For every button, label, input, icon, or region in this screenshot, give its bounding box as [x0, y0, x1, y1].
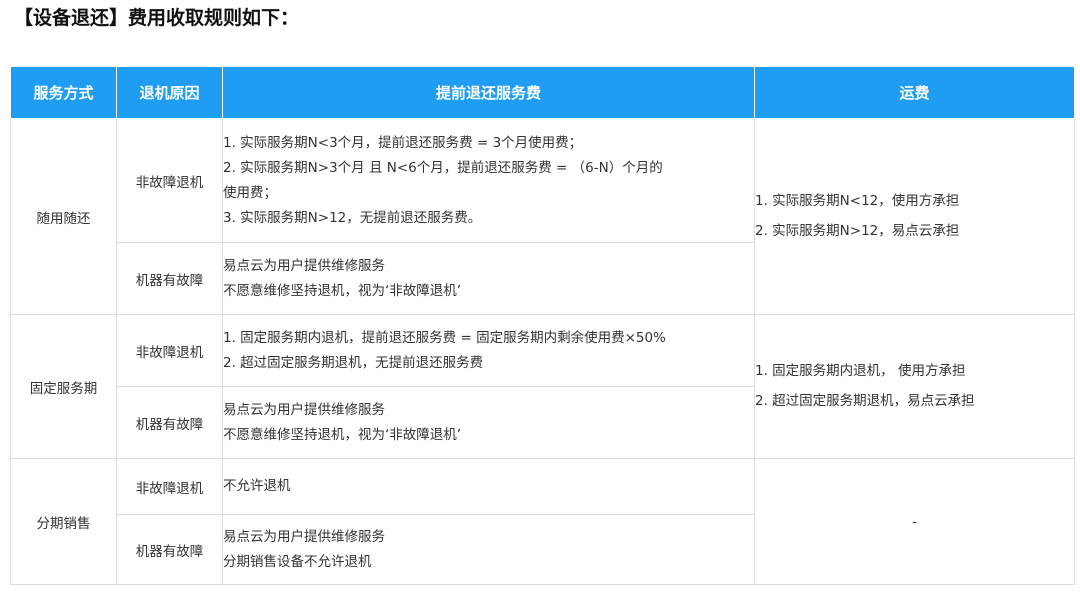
- fee-rule-line: 不愿意维修坚持退机，视为‘非故障退机’: [223, 426, 462, 443]
- fee-rule-line: 分期销售设备不允许退机: [223, 553, 372, 570]
- fee-rule-line: 使用费；: [223, 184, 277, 201]
- service-type-cell: 随用随还: [10, 118, 117, 315]
- fee-rule-line: 2. 超过固定服务期退机，无提前退还服务费: [223, 354, 484, 371]
- table-row: 固定服务期 非故障退机 1. 固定服务期内退机，提前退还服务费 = 固定服务期内…: [10, 314, 1075, 459]
- fee-rule-line: 1. 实际服务期N<3个月，提前退还服务费 = 3个月使用费；: [223, 134, 583, 151]
- early-return-fee-cell: 易点云为用户提供维修服务 不愿意维修坚持退机，视为‘非故障退机’: [222, 386, 755, 459]
- return-reason-cell: 机器有故障: [116, 242, 223, 315]
- freight-rule-line: 2. 实际服务期N>12，易点云承担: [755, 223, 960, 239]
- return-reason-cell: 非故障退机: [116, 118, 223, 243]
- freight-rule-line: 2. 超过固定服务期退机，易点云承担: [755, 393, 975, 409]
- header-freight: 运费: [754, 66, 1075, 119]
- header-service-type: 服务方式: [10, 66, 117, 119]
- fee-rule-line: 易点云为用户提供维修服务: [223, 257, 385, 274]
- fee-rule-line: 1. 固定服务期内退机，提前退还服务费 = 固定服务期内剩余使用费×50%: [223, 329, 666, 346]
- freight-cell: 1. 实际服务期N<12，使用方承担 2. 实际服务期N>12，易点云承担: [754, 118, 1075, 315]
- fee-rule-line: 易点云为用户提供维修服务: [223, 528, 385, 545]
- early-return-fee-cell: 不允许退机: [222, 458, 755, 515]
- fee-rule-line: 3. 实际服务期N>12，无提前退还服务费。: [223, 209, 482, 226]
- return-reason-cell: 机器有故障: [116, 386, 223, 459]
- early-return-fee-cell: 1. 实际服务期N<3个月，提前退还服务费 = 3个月使用费； 2. 实际服务期…: [222, 118, 755, 243]
- return-reason-cell: 机器有故障: [116, 514, 223, 585]
- freight-rule-line: 1. 固定服务期内退机， 使用方承担: [755, 363, 966, 379]
- early-return-fee-cell: 易点云为用户提供维修服务 分期销售设备不允许退机: [222, 514, 755, 585]
- return-reason-cell: 非故障退机: [116, 458, 223, 515]
- service-type-cell: 分期销售: [10, 458, 117, 585]
- early-return-fee-cell: 1. 固定服务期内退机，提前退还服务费 = 固定服务期内剩余使用费×50% 2.…: [222, 314, 755, 387]
- freight-cell: -: [754, 458, 1075, 585]
- fee-rule-line: 易点云为用户提供维修服务: [223, 401, 385, 418]
- table-header-row: 服务方式 退机原因 提前退还服务费 运费: [10, 66, 1075, 119]
- fee-rules-table: 服务方式 退机原因 提前退还服务费 运费 随用随还 非故障退机 1. 实际服务期…: [10, 66, 1075, 585]
- table-row: 分期销售 非故障退机 不允许退机 -: [10, 458, 1075, 585]
- fee-rule-line: 不愿意维修坚持退机，视为‘非故障退机’: [223, 282, 462, 299]
- freight-cell: 1. 固定服务期内退机， 使用方承担 2. 超过固定服务期退机，易点云承担: [754, 314, 1075, 459]
- early-return-fee-cell: 易点云为用户提供维修服务 不愿意维修坚持退机，视为‘非故障退机’: [222, 242, 755, 315]
- fee-rule-line: 不允许退机: [223, 478, 291, 494]
- return-reason-cell: 非故障退机: [116, 314, 223, 387]
- fee-rule-line: 2. 实际服务期N>3个月 且 N<6个月，提前退还服务费 = （6-N）个月的: [223, 159, 663, 176]
- page-title: 【设备退还】费用收取规则如下：: [14, 7, 300, 29]
- freight-rule-line: 1. 实际服务期N<12，使用方承担: [755, 193, 960, 209]
- header-early-return-fee: 提前退还服务费: [222, 66, 755, 119]
- service-type-cell: 固定服务期: [10, 314, 117, 459]
- table-row: 随用随还 非故障退机 1. 实际服务期N<3个月，提前退还服务费 = 3个月使用…: [10, 118, 1075, 315]
- header-return-reason: 退机原因: [116, 66, 223, 119]
